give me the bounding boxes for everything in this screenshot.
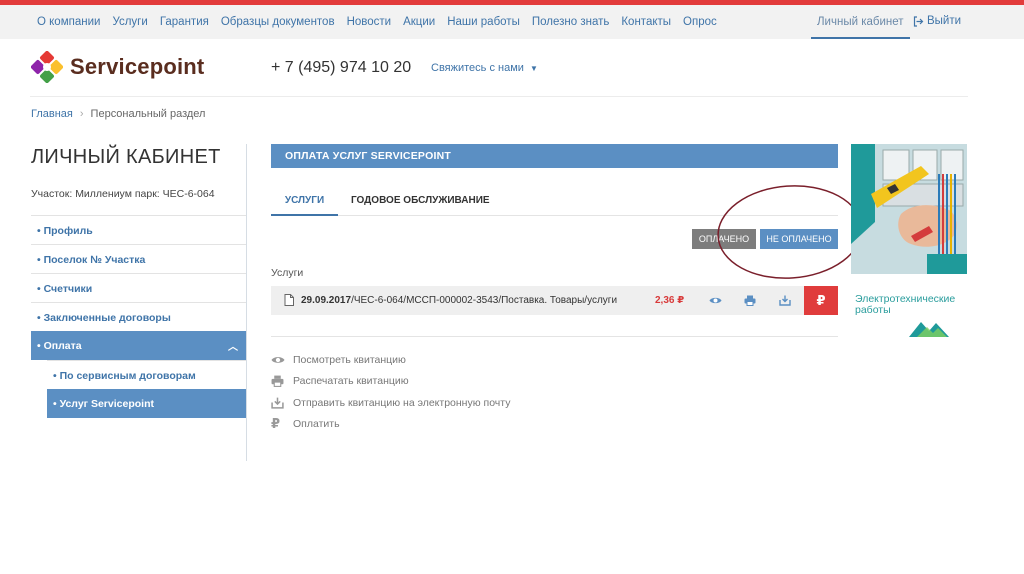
nav-personal-cabinet[interactable]: Личный кабинет: [811, 5, 910, 39]
phone-number: + 7 (495) 974 10 20: [271, 59, 412, 76]
sidebar-border: [246, 144, 247, 461]
legend-view-label: Посмотреть квитанцию: [293, 353, 406, 366]
legend-print-label: Распечатать квитанцию: [293, 375, 409, 388]
logo-icon: [31, 51, 63, 83]
breadcrumb-separator-icon: ›: [79, 108, 84, 120]
nav-our-works[interactable]: Наши работы: [447, 16, 520, 28]
content-divider: [271, 336, 838, 337]
service-amount: 2,36 ₽: [655, 295, 685, 306]
tab-services[interactable]: УСЛУГИ: [271, 195, 338, 216]
pay-button[interactable]: ₽: [804, 286, 838, 315]
contact-us-dropdown[interactable]: Свяжитесь с нами ▼: [431, 62, 538, 74]
logo-text: Servicepoint: [70, 54, 205, 79]
filter-paid-button[interactable]: ОПЛАЧЕНО: [692, 229, 756, 249]
caret-down-icon: ▼: [529, 64, 538, 73]
sidebar-item-settlement[interactable]: • Поселок № Участка: [31, 244, 246, 273]
legend-view: Посмотреть квитанцию: [271, 349, 510, 371]
logout-label: Выйти: [927, 15, 962, 27]
main-menu: О компании Услуги Гарантия Образцы докум…: [37, 16, 717, 28]
sidebar-item-payment-label: • Оплата: [37, 340, 82, 352]
section-header: ОПЛАТА УСЛУГ SERVICEPOINT: [271, 144, 838, 168]
mountain-logo-icon: [909, 322, 949, 337]
tab-annual-maintenance[interactable]: ГОДОВОЕ ОБСЛУЖИВАНИЕ: [351, 195, 490, 206]
legend-pay: ₽ Оплатить: [271, 414, 510, 436]
breadcrumb-home[interactable]: Главная: [31, 108, 73, 120]
nav-promotions[interactable]: Акции: [403, 16, 435, 28]
tab-bar: УСЛУГИ ГОДОВОЕ ОБСЛУЖИВАНИЕ: [271, 185, 838, 216]
nav-contacts[interactable]: Контакты: [621, 16, 671, 28]
logout-link[interactable]: Выйти: [913, 15, 961, 27]
send-email-icon: [271, 397, 293, 409]
header-divider: [30, 96, 968, 97]
plot-info: Участок: Миллениум парк: ЧЕС-6-064: [31, 188, 215, 200]
chevron-up-icon: ︿: [228, 342, 238, 353]
service-row: 29.09.2017/ЧЕС-6-064/МССП-000002-3543/По…: [271, 286, 838, 315]
eye-icon: [709, 297, 721, 304]
banner-image: [851, 144, 967, 274]
banner-line-2: работы: [855, 304, 891, 316]
send-email-icon: [779, 295, 791, 306]
services-label: Услуги: [271, 267, 304, 279]
banner-text: Электротехнические работы: [855, 294, 955, 316]
filter-unpaid-button[interactable]: НЕ ОПЛАЧЕНО: [760, 229, 838, 249]
sidebar-menu: • Профиль • Поселок № Участка • Счетчики…: [31, 215, 246, 418]
nav-warranty[interactable]: Гарантия: [160, 16, 209, 28]
printer-icon: [271, 375, 293, 388]
email-receipt-button[interactable]: [768, 286, 802, 315]
breadcrumb-current: Персональный раздел: [90, 108, 206, 120]
sidebar-item-payment[interactable]: • Оплата ︿: [31, 331, 246, 360]
top-navigation: О компании Услуги Гарантия Образцы докум…: [0, 5, 1024, 39]
sidebar-item-meters[interactable]: • Счетчики: [31, 273, 246, 302]
sidebar-subitem-service-contracts[interactable]: • По сервисным договорам: [47, 360, 246, 389]
eye-icon: [271, 355, 293, 365]
page-title: ЛИЧНЫЙ КАБИНЕТ: [31, 146, 221, 168]
printer-icon: [744, 295, 756, 306]
breadcrumb: Главная › Персональный раздел: [31, 108, 205, 120]
service-date: 29.09.2017: [301, 295, 352, 306]
legend-print: Распечатать квитанцию: [271, 371, 510, 393]
legend-email: Отправить квитанцию на электронную почту: [271, 392, 510, 414]
service-description: /ЧЕС-6-064/МССП-000002-3543/Поставка. То…: [351, 295, 618, 306]
ad-banner[interactable]: Электротехнические работы: [851, 144, 967, 342]
contact-label: Свяжитесь с нами: [431, 62, 524, 74]
legend-email-label: Отправить квитанцию на электронную почту: [293, 396, 511, 409]
sidebar-subitem-servicepoint-services[interactable]: • Услуг Servicepoint: [47, 389, 246, 418]
nav-services[interactable]: Услуги: [112, 16, 147, 28]
nav-useful-info[interactable]: Полезно знать: [532, 16, 610, 28]
document-icon: [284, 294, 294, 306]
nav-document-samples[interactable]: Образцы документов: [221, 16, 335, 28]
service-row-text[interactable]: 29.09.2017/ЧЕС-6-064/МССП-000002-3543/По…: [301, 295, 617, 306]
sidebar-item-contracts[interactable]: • Заключенные договоры: [31, 302, 246, 331]
ruble-icon: ₽: [816, 292, 826, 308]
nav-about[interactable]: О компании: [37, 16, 100, 28]
ruble-icon: ₽: [271, 416, 281, 432]
nav-news[interactable]: Новости: [347, 16, 392, 28]
site-logo[interactable]: Servicepoint: [31, 51, 204, 83]
actions-legend: Посмотреть квитанцию Распечатать квитанц…: [271, 349, 510, 435]
nav-survey[interactable]: Опрос: [683, 16, 717, 28]
legend-pay-label: Оплатить: [293, 418, 340, 431]
logout-icon: [913, 15, 924, 27]
print-receipt-button[interactable]: [733, 286, 767, 315]
view-receipt-button[interactable]: [698, 286, 732, 315]
sidebar-item-profile[interactable]: • Профиль: [31, 215, 246, 244]
